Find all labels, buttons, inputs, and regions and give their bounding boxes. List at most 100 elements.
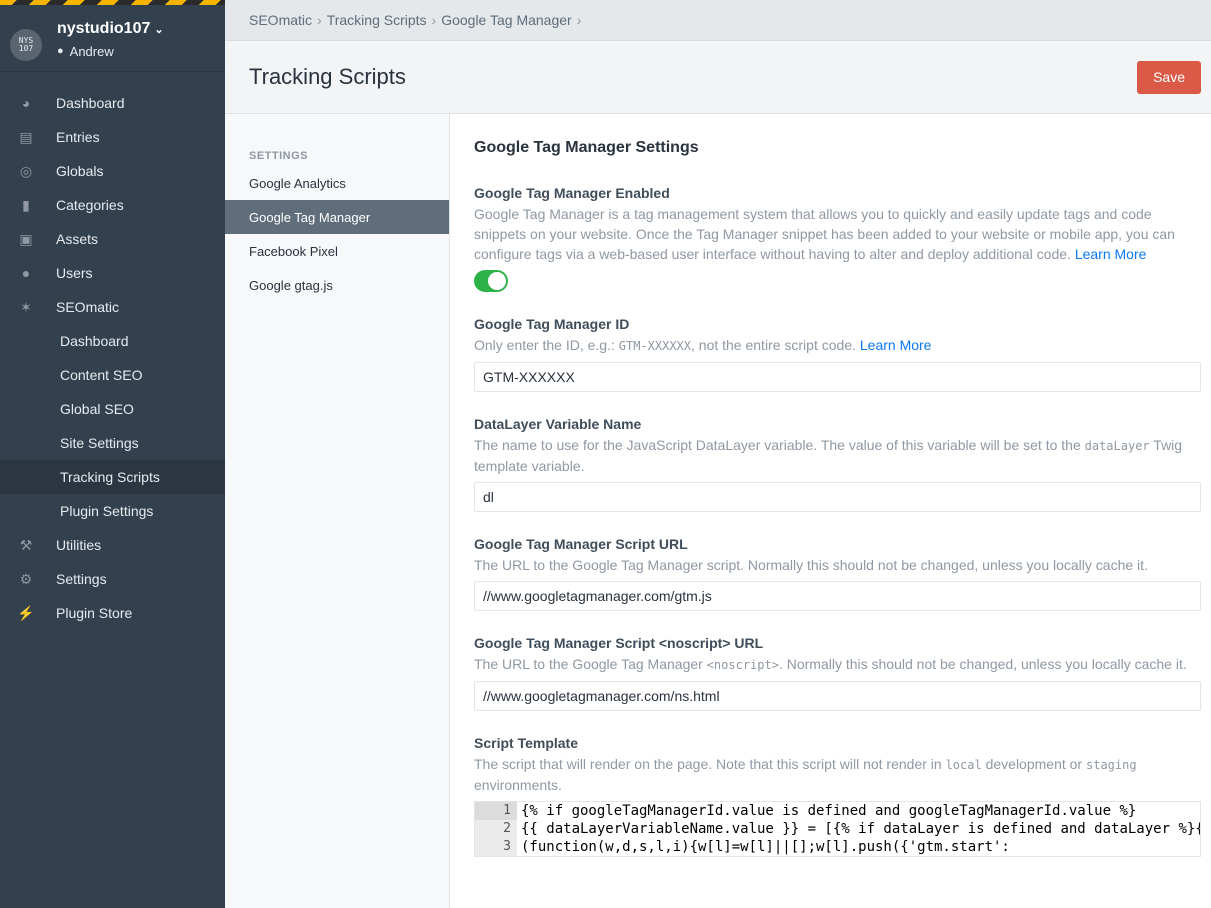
subnav-heading: SETTINGS bbox=[249, 149, 309, 162]
field-label: Google Tag Manager Script URL bbox=[474, 536, 688, 552]
nav-item-users[interactable]: ● Users bbox=[0, 256, 225, 290]
instructions-text: The URL to the Google Tag Manager bbox=[474, 656, 707, 672]
script-url-input[interactable] bbox=[474, 581, 1201, 611]
site-name-label: nystudio107 bbox=[57, 19, 151, 37]
field-instructions: Only enter the ID, e.g.: GTM-XXXXXX, not… bbox=[474, 335, 1201, 356]
field-label: Google Tag Manager Enabled bbox=[474, 185, 670, 201]
nav-label: Dashboard bbox=[56, 95, 125, 111]
instructions-text: , not the entire script code. bbox=[691, 337, 856, 353]
instructions-code: staging bbox=[1086, 758, 1137, 772]
learn-more-link[interactable]: Learn More bbox=[860, 337, 932, 353]
instructions-code: dataLayer bbox=[1084, 439, 1150, 453]
nav-sub-site-settings[interactable]: Site Settings bbox=[0, 426, 225, 460]
code-line: 2 {{ dataLayerVariableName.value }} = [{… bbox=[475, 820, 1200, 838]
nav-label: Plugin Store bbox=[56, 605, 133, 621]
user-icon: ● bbox=[57, 45, 64, 57]
code-text: {% if googleTagManagerId.value is define… bbox=[521, 803, 1137, 819]
main-content: Google Tag Manager Settings Google Tag M… bbox=[474, 114, 1201, 908]
field-instructions: Google Tag Manager is a tag management s… bbox=[474, 204, 1201, 264]
nav-sub-dashboard[interactable]: Dashboard bbox=[0, 324, 225, 358]
nav-label: Users bbox=[56, 265, 93, 281]
field-instructions: The script that will render on the page.… bbox=[474, 754, 1201, 795]
field-gtm-enabled: Google Tag Manager Enabled Google Tag Ma… bbox=[474, 183, 1201, 292]
subnav-item-google-gtag[interactable]: Google gtag.js bbox=[225, 268, 449, 302]
field-script-template: Script Template The script that will ren… bbox=[474, 733, 1201, 857]
save-button[interactable]: Save bbox=[1137, 60, 1201, 94]
nav-item-plugin-store[interactable]: ⚡ Plugin Store bbox=[0, 596, 225, 630]
nav-item-seomatic[interactable]: ✶ SEOmatic bbox=[0, 290, 225, 324]
site-name[interactable]: nystudio107 ⌄ bbox=[57, 20, 164, 38]
nav-item-globals[interactable]: ◎ Globals bbox=[0, 154, 225, 188]
breadcrumb-separator: › bbox=[431, 12, 437, 28]
field-instructions: The URL to the Google Tag Manager script… bbox=[474, 557, 1148, 573]
globe-icon: ◎ bbox=[19, 162, 33, 179]
instructions-text: Google Tag Manager is a tag management s… bbox=[474, 206, 1175, 262]
field-script-url: Google Tag Manager Script URL The URL to… bbox=[474, 534, 1201, 611]
nav-sub-tracking-scripts[interactable]: Tracking Scripts bbox=[0, 460, 225, 494]
wrench-icon: ⚒ bbox=[19, 536, 33, 553]
field-label: DataLayer Variable Name bbox=[474, 416, 642, 432]
subnav-item-facebook-pixel[interactable]: Facebook Pixel bbox=[225, 234, 449, 268]
nav-label: Entries bbox=[56, 129, 100, 145]
chevron-down-icon: ⌄ bbox=[154, 24, 164, 36]
subnav-item-google-analytics[interactable]: Google Analytics bbox=[225, 166, 449, 200]
sidebar: NYS 107 nystudio107 ⌄ ● Andrew ◕ Dashboa… bbox=[0, 0, 225, 908]
plug-icon: ⚡ bbox=[17, 604, 35, 621]
nav-label: Tracking Scripts bbox=[60, 469, 160, 485]
breadcrumb-tracking-scripts[interactable]: Tracking Scripts bbox=[327, 12, 427, 28]
field-label: Script Template bbox=[474, 735, 578, 751]
line-number: 3 bbox=[475, 838, 517, 856]
page-header: Tracking Scripts Save bbox=[225, 41, 1211, 114]
nav-item-utilities[interactable]: ⚒ Utilities bbox=[0, 528, 225, 562]
entries-icon: ▤ bbox=[19, 128, 33, 145]
nav-label: Settings bbox=[56, 571, 107, 587]
nav-item-settings[interactable]: ⚙ Settings bbox=[0, 562, 225, 596]
datalayer-input[interactable] bbox=[474, 482, 1201, 512]
page-title: Tracking Scripts bbox=[249, 64, 406, 89]
breadcrumb: SEOmatic › Tracking Scripts › Google Tag… bbox=[225, 0, 1211, 41]
nav-item-dashboard[interactable]: ◕ Dashboard bbox=[0, 86, 225, 120]
users-icon: ● bbox=[21, 265, 31, 281]
nav-item-assets[interactable]: ▣ Assets bbox=[0, 222, 225, 256]
instructions-text: The script that will render on the page.… bbox=[474, 756, 946, 772]
nav-item-categories[interactable]: ▮ Categories bbox=[0, 188, 225, 222]
code-text: (function(w,d,s,l,i){w[l]=w[l]||[];w[l].… bbox=[521, 839, 1010, 855]
site-switcher[interactable]: NYS 107 nystudio107 ⌄ ● Andrew bbox=[0, 5, 225, 72]
field-instructions: The name to use for the JavaScript DataL… bbox=[474, 435, 1201, 476]
breadcrumb-seomatic[interactable]: SEOmatic bbox=[249, 12, 312, 28]
line-number: 1 bbox=[475, 802, 517, 820]
instructions-code: <noscript> bbox=[706, 658, 779, 672]
field-label: Google Tag Manager ID bbox=[474, 316, 630, 332]
nav-item-entries[interactable]: ▤ Entries bbox=[0, 120, 225, 154]
learn-more-link[interactable]: Learn More bbox=[1075, 246, 1147, 262]
script-template-editor[interactable]: 1 {% if googleTagManagerId.value is defi… bbox=[474, 801, 1201, 857]
nav-sub-plugin-settings[interactable]: Plugin Settings bbox=[0, 494, 225, 528]
user-menu[interactable]: ● Andrew bbox=[57, 44, 164, 59]
breadcrumb-separator: › bbox=[576, 12, 582, 28]
nav-label: Dashboard bbox=[60, 333, 129, 349]
instructions-text: Only enter the ID, e.g.: bbox=[474, 337, 619, 353]
nav-label: Site Settings bbox=[60, 435, 139, 451]
instructions-text: . Normally this should not be changed, u… bbox=[778, 656, 1187, 672]
breadcrumb-google-tag-manager[interactable]: Google Tag Manager bbox=[441, 12, 572, 28]
subnav-item-google-tag-manager[interactable]: Google Tag Manager bbox=[225, 200, 449, 234]
gear-icon: ⚙ bbox=[19, 570, 33, 587]
instructions-code: GTM-XXXXXX bbox=[618, 339, 691, 353]
nav-sub-content-seo[interactable]: Content SEO bbox=[0, 358, 225, 392]
nav-label: Categories bbox=[56, 197, 124, 213]
field-gtm-id: Google Tag Manager ID Only enter the ID,… bbox=[474, 314, 1201, 392]
main-nav: ◕ Dashboard ▤ Entries ◎ Globals ▮ Catego… bbox=[0, 72, 225, 630]
instructions-text: development or bbox=[981, 756, 1086, 772]
instructions-code: local bbox=[945, 758, 982, 772]
folder-icon: ▮ bbox=[22, 196, 30, 213]
seomatic-icon: ✶ bbox=[20, 298, 32, 315]
nav-label: Content SEO bbox=[60, 367, 143, 383]
nav-label: Global SEO bbox=[60, 401, 134, 417]
nav-sub-global-seo[interactable]: Global SEO bbox=[0, 392, 225, 426]
gtm-id-input[interactable] bbox=[474, 362, 1201, 392]
enabled-toggle[interactable] bbox=[474, 270, 508, 292]
line-number: 2 bbox=[475, 820, 517, 838]
instructions-text: The name to use for the JavaScript DataL… bbox=[474, 437, 1085, 453]
dashboard-icon: ◕ bbox=[21, 95, 31, 111]
noscript-url-input[interactable] bbox=[474, 681, 1201, 711]
